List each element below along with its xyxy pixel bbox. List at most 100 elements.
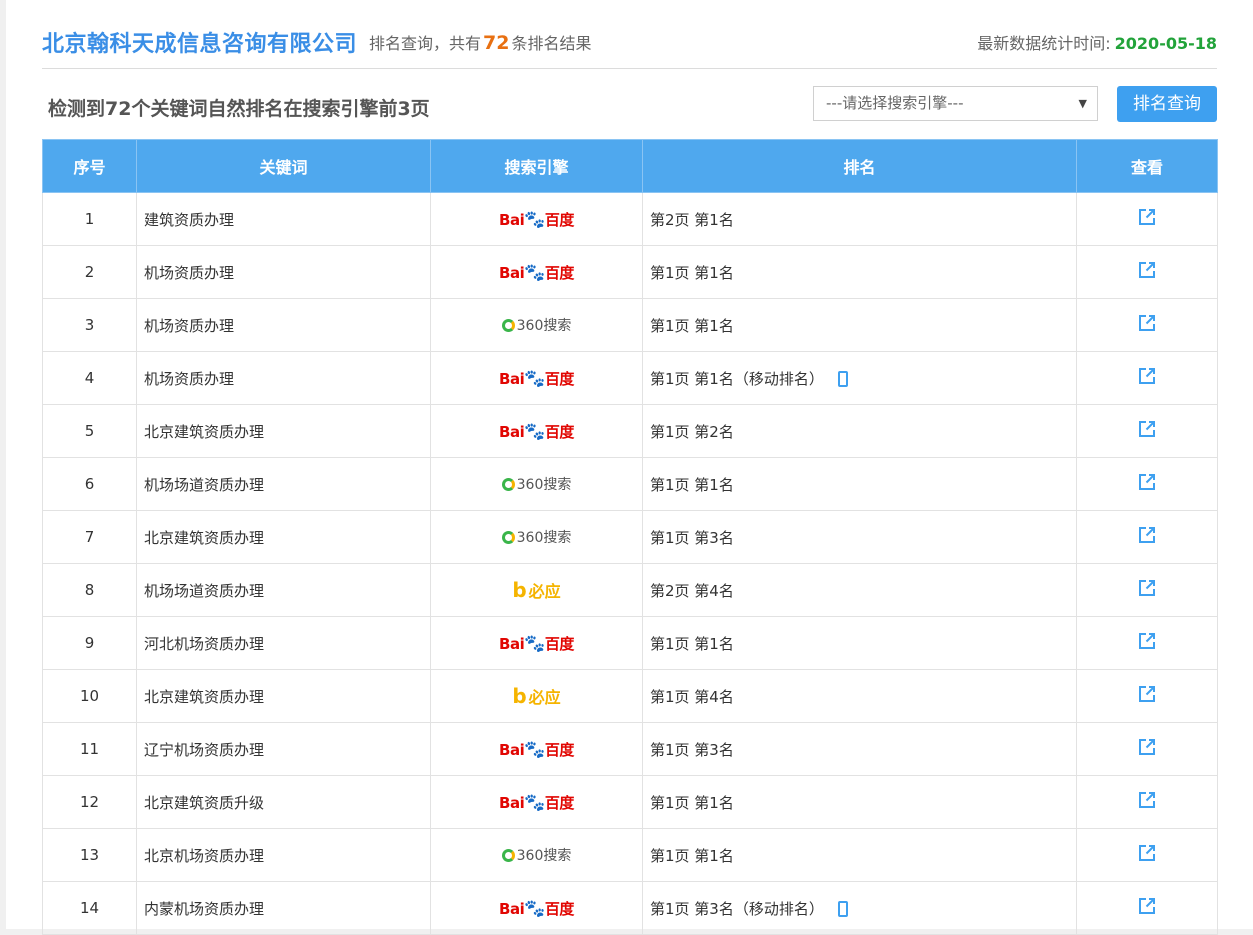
row-keyword: 机场场道资质办理 <box>136 457 431 511</box>
company-name[interactable]: 北京翰科天成信息咨询有限公司 <box>42 26 357 58</box>
table-row: 2 机场资质办理 Bai🐾百度 第1页 第1名 <box>42 245 1218 299</box>
row-engine: Bai🐾百度 <box>430 351 643 405</box>
external-link-icon[interactable] <box>1138 897 1156 915</box>
result-summary: 排名查询，共有 72 条排名结果 <box>369 30 591 54</box>
row-number: 1 <box>42 192 137 246</box>
row-number: 7 <box>42 510 137 564</box>
col-header-keyword: 关键词 <box>136 139 431 193</box>
external-link-icon[interactable] <box>1138 420 1156 438</box>
baidu-paw-icon: 🐾 <box>524 633 545 654</box>
row-engine: Bai🐾百度 <box>430 881 643 935</box>
external-link-icon[interactable] <box>1138 791 1156 809</box>
row-keyword: 建筑资质办理 <box>136 192 431 246</box>
so360-ring-icon <box>501 478 515 491</box>
row-keyword: 北京机场资质办理 <box>136 828 431 882</box>
row-view <box>1076 298 1218 352</box>
row-engine: 360搜索 <box>430 457 643 511</box>
select-placeholder: ---请选择搜索引擎--- <box>826 94 964 112</box>
row-rank: 第1页 第1名 <box>642 775 1077 829</box>
external-link-icon[interactable] <box>1138 314 1156 332</box>
external-link-icon[interactable] <box>1138 208 1156 226</box>
table-row: 1 建筑资质办理 Bai🐾百度 第2页 第1名 <box>42 192 1218 246</box>
row-number: 4 <box>42 351 137 405</box>
baidu-logo: Bai🐾百度 <box>499 898 574 919</box>
baidu-paw-icon: 🐾 <box>524 792 545 813</box>
search-engine-select[interactable]: ---请选择搜索引擎--- ▼ <box>813 86 1098 121</box>
col-header-view: 查看 <box>1076 139 1218 193</box>
table-row: 9 河北机场资质办理 Bai🐾百度 第1页 第1名 <box>42 616 1218 670</box>
row-keyword: 机场资质办理 <box>136 298 431 352</box>
row-view <box>1076 192 1218 246</box>
table-row: 4 机场资质办理 Bai🐾百度 第1页 第1名（移动排名） <box>42 351 1218 405</box>
table-row: 13 北京机场资质办理 360搜索 第1页 第1名 <box>42 828 1218 882</box>
baidu-paw-icon: 🐾 <box>524 421 545 442</box>
stat-date: 2020-05-18 <box>1114 34 1217 53</box>
stat-label: 最新数据统计时间: <box>977 34 1111 53</box>
mobile-phone-icon <box>837 900 848 917</box>
external-link-icon[interactable] <box>1138 579 1156 597</box>
row-rank: 第2页 第1名 <box>642 192 1077 246</box>
table-row: 7 北京建筑资质办理 360搜索 第1页 第3名 <box>42 510 1218 564</box>
table-row: 3 机场资质办理 360搜索 第1页 第1名 <box>42 298 1218 352</box>
row-keyword: 北京建筑资质办理 <box>136 510 431 564</box>
table-row: 8 机场场道资质办理 b 必应 第2页 第4名 <box>42 563 1218 617</box>
row-rank: 第1页 第2名 <box>642 404 1077 458</box>
row-rank: 第1页 第1名 <box>642 828 1077 882</box>
external-link-icon[interactable] <box>1138 685 1156 703</box>
baidu-logo: Bai🐾百度 <box>499 368 574 389</box>
row-engine: 360搜索 <box>430 510 643 564</box>
external-link-icon[interactable] <box>1138 844 1156 862</box>
col-header-rank: 排名 <box>642 139 1077 193</box>
table-header-row: 序号 关键词 搜索引擎 排名 查看 <box>42 139 1218 193</box>
so360-logo: 360搜索 <box>501 527 571 547</box>
row-number: 8 <box>42 563 137 617</box>
row-keyword: 北京建筑资质升级 <box>136 775 431 829</box>
row-rank: 第1页 第1名 <box>642 616 1077 670</box>
row-keyword: 辽宁机场资质办理 <box>136 722 431 776</box>
result-count: 72 <box>483 32 510 54</box>
row-rank: 第1页 第3名 <box>642 722 1077 776</box>
table-row: 14 内蒙机场资质办理 Bai🐾百度 第1页 第3名（移动排名） <box>42 881 1218 935</box>
page: 北京翰科天成信息咨询有限公司 排名查询，共有 72 条排名结果 最新数据统计时间: 2… <box>6 0 1253 935</box>
row-rank: 第1页 第1名 <box>642 457 1077 511</box>
baidu-paw-icon: 🐾 <box>524 739 545 760</box>
baidu-logo: Bai🐾百度 <box>499 739 574 760</box>
external-link-icon[interactable] <box>1138 632 1156 650</box>
baidu-paw-icon: 🐾 <box>524 898 545 919</box>
rank-query-button[interactable]: 排名查询 <box>1117 86 1217 122</box>
row-number: 10 <box>42 669 137 723</box>
bing-b-icon: b <box>512 578 527 602</box>
row-engine: Bai🐾百度 <box>430 722 643 776</box>
row-rank: 第1页 第1名（移动排名） <box>642 351 1077 405</box>
row-keyword: 机场场道资质办理 <box>136 563 431 617</box>
row-rank: 第1页 第4名 <box>642 669 1077 723</box>
row-view <box>1076 828 1218 882</box>
external-link-icon[interactable] <box>1138 261 1156 279</box>
row-engine: Bai🐾百度 <box>430 404 643 458</box>
row-view <box>1076 245 1218 299</box>
baidu-logo: Bai🐾百度 <box>499 209 574 230</box>
row-view <box>1076 563 1218 617</box>
row-number: 3 <box>42 298 137 352</box>
external-link-icon[interactable] <box>1138 526 1156 544</box>
so360-logo: 360搜索 <box>501 315 571 335</box>
external-link-icon[interactable] <box>1138 367 1156 385</box>
row-engine: b 必应 <box>430 669 643 723</box>
row-view <box>1076 616 1218 670</box>
so360-ring-icon <box>501 849 515 862</box>
so360-ring-icon <box>501 319 515 332</box>
row-rank: 第1页 第3名（移动排名） <box>642 881 1077 935</box>
row-number: 5 <box>42 404 137 458</box>
row-view <box>1076 881 1218 935</box>
row-keyword: 机场资质办理 <box>136 245 431 299</box>
external-link-icon[interactable] <box>1138 738 1156 756</box>
row-engine: 360搜索 <box>430 298 643 352</box>
external-link-icon[interactable] <box>1138 473 1156 491</box>
row-keyword: 河北机场资质办理 <box>136 616 431 670</box>
baidu-paw-icon: 🐾 <box>524 262 545 283</box>
table-row: 12 北京建筑资质升级 Bai🐾百度 第1页 第1名 <box>42 775 1218 829</box>
row-keyword: 北京建筑资质办理 <box>136 669 431 723</box>
mobile-phone-icon <box>837 370 848 387</box>
baidu-logo: Bai🐾百度 <box>499 792 574 813</box>
baidu-paw-icon: 🐾 <box>524 368 545 389</box>
